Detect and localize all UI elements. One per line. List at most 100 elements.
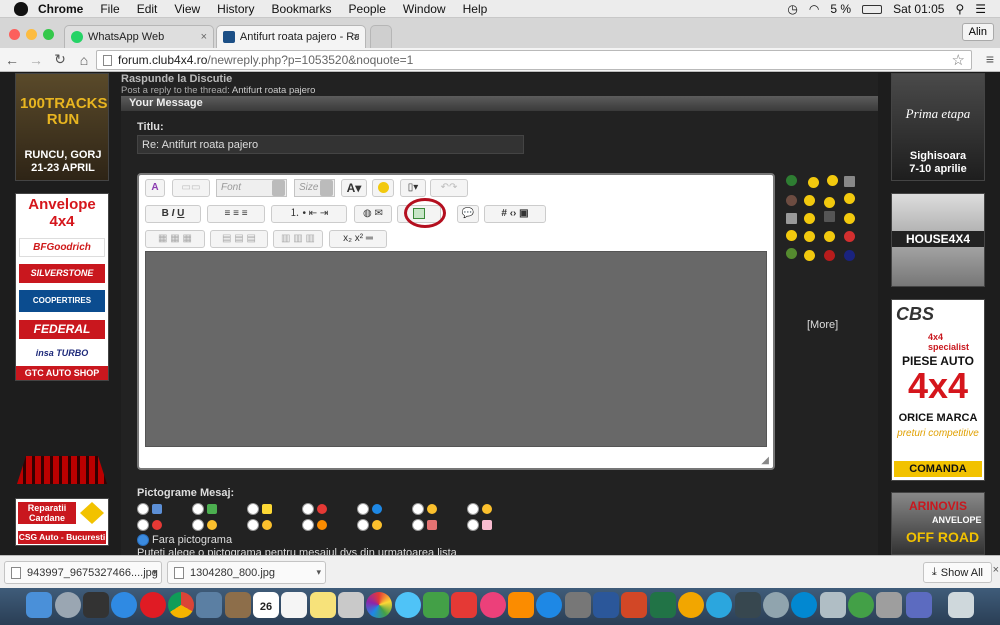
menu-app-name[interactable]: Chrome [38, 2, 83, 16]
menu-people[interactable]: People [349, 2, 386, 16]
menu-window[interactable]: Window [403, 2, 446, 16]
ad-red-logo[interactable] [15, 452, 109, 488]
message-textarea[interactable] [145, 251, 767, 447]
more-smilies-link[interactable]: [More] [807, 319, 838, 331]
skype-icon[interactable] [706, 592, 732, 618]
ad-cbs-4x4[interactable]: CBS 4x4 specialist PIESE AUTO 4x4 ORICE … [891, 299, 985, 481]
list-indent-icon[interactable]: ⒈ • ⇤ ⇥ [271, 205, 347, 223]
smilie-icon[interactable] [786, 248, 797, 259]
smilie-icon[interactable] [804, 213, 815, 224]
smilie-icon[interactable] [808, 177, 819, 188]
itunes-icon[interactable] [480, 592, 506, 618]
trash-icon[interactable] [948, 592, 974, 618]
pictogram-radio[interactable] [357, 503, 369, 515]
utility-icon[interactable] [820, 592, 846, 618]
outlook-icon[interactable] [678, 592, 704, 618]
reload-icon[interactable]: ↻ [48, 51, 72, 68]
smilie-icon[interactable] [844, 193, 855, 204]
wifi-icon[interactable]: ◠ [809, 2, 819, 16]
opera-icon[interactable] [140, 592, 166, 618]
ibooks-icon[interactable] [508, 592, 534, 618]
smilie-icon[interactable] [804, 231, 815, 242]
menu-icon[interactable]: ≡ [986, 51, 994, 67]
paste-icon[interactable]: ▭▭ [172, 179, 210, 197]
photo-booth-icon[interactable] [451, 592, 477, 618]
subscript-superscript-icon[interactable]: x₂ x² ═ [329, 230, 387, 248]
folder-icon[interactable] [906, 592, 932, 618]
pictogram-radio[interactable] [192, 503, 204, 515]
table-insert-icon[interactable]: ▦ ▦ ▦ [145, 230, 205, 248]
search-icon[interactable]: ⚲ [955, 2, 964, 16]
smilie-icon[interactable] [844, 231, 855, 242]
table-row-icon[interactable]: ▤ ▤ ▤ [210, 230, 268, 248]
smilie-icon[interactable] [824, 231, 835, 242]
mission-control-icon[interactable] [83, 592, 109, 618]
contacts-icon[interactable] [225, 592, 251, 618]
forward-icon[interactable]: → [24, 52, 48, 68]
text-color-icon[interactable]: A▾ [341, 179, 367, 197]
ad-arinovis[interactable]: ARINOVIS ANVELOPE OFF ROAD [891, 492, 985, 555]
pictogram-radio[interactable] [467, 503, 479, 515]
chevron-down-icon[interactable] [272, 180, 285, 196]
pictogram-radio[interactable] [412, 503, 424, 515]
download-item[interactable]: 1304280_800.jpg ▾ [167, 561, 326, 584]
smilie-icon[interactable] [844, 176, 855, 187]
smilie-icon[interactable] [827, 175, 838, 186]
remove-format-icon[interactable]: A [145, 179, 165, 197]
menu-view[interactable]: View [174, 2, 200, 16]
close-tab-icon[interactable]: × [201, 31, 207, 43]
utorrent-icon[interactable] [848, 592, 874, 618]
smilie-icon[interactable] [804, 250, 815, 261]
code-tags-icon[interactable]: # ‹› ▣ [484, 205, 546, 223]
network-icon[interactable] [791, 592, 817, 618]
pictogram-radio[interactable] [302, 519, 314, 531]
smilie-icon[interactable] [824, 197, 835, 208]
download-item[interactable]: 943997_9675327466....jpg ▾ [4, 561, 162, 584]
menu-bookmarks[interactable]: Bookmarks [272, 2, 332, 16]
safari-icon[interactable] [111, 592, 137, 618]
file-browser-icon[interactable] [876, 592, 902, 618]
scanner-icon[interactable] [735, 592, 761, 618]
ad-100tracks[interactable]: 100TRACKS RUN RUNCU, GORJ 21-23 APRIL [15, 73, 109, 181]
maps-icon[interactable] [338, 592, 364, 618]
notification-center-icon[interactable]: ☰ [975, 2, 986, 16]
system-preferences-icon[interactable] [565, 592, 591, 618]
smilie-icon[interactable] [786, 175, 797, 186]
smilie-icon[interactable] [824, 211, 835, 222]
menubar-clock[interactable]: Sat 01:05 [893, 2, 944, 16]
breadcrumb-thread-link[interactable]: Antifurt roata pajero [232, 85, 315, 96]
chevron-down-icon[interactable]: ▾ [316, 567, 321, 578]
excel-icon[interactable] [650, 592, 676, 618]
address-bar[interactable]: forum.club4x4.ro /newreply.php?p=1053520… [96, 50, 972, 70]
powerpoint-icon[interactable] [621, 592, 647, 618]
finder-icon[interactable] [26, 592, 52, 618]
launchpad-icon[interactable] [55, 592, 81, 618]
chevron-down-icon[interactable] [320, 180, 333, 196]
pictogram-radio[interactable] [412, 519, 424, 531]
smilie-icon[interactable] [786, 195, 797, 206]
pictogram-radio[interactable] [247, 519, 259, 531]
ad-anvelope[interactable]: Anvelope 4x4 BFGoodrich SILVERSTONE COOP… [15, 193, 109, 381]
tab-whatsapp[interactable]: WhatsApp Web × [64, 25, 214, 48]
notes-icon[interactable] [310, 592, 336, 618]
smilie-icon[interactable] [844, 250, 855, 261]
pictogram-radio[interactable] [467, 519, 479, 531]
pictogram-radio[interactable] [137, 503, 149, 515]
menu-file[interactable]: File [100, 2, 119, 16]
pictogram-radio[interactable] [357, 519, 369, 531]
app-store-icon[interactable] [536, 592, 562, 618]
chevron-down-icon[interactable]: ▾ [152, 567, 157, 578]
bookmark-star-icon[interactable]: ☆ [952, 51, 965, 69]
attachment-icon[interactable]: ▯▾ [400, 179, 426, 197]
show-all-button[interactable]: ⤓ Show All [922, 562, 992, 583]
pictogram-radio[interactable] [192, 519, 204, 531]
smilie-icon[interactable] [786, 213, 797, 224]
maximize-window-icon[interactable] [43, 29, 54, 40]
back-icon[interactable]: ← [0, 52, 24, 68]
smilie-icon[interactable] [844, 213, 855, 224]
apple-icon[interactable] [14, 1, 28, 16]
pictogram-radio[interactable] [247, 503, 259, 515]
smiley-icon[interactable] [372, 179, 394, 197]
smilie-icon[interactable] [824, 250, 835, 261]
table-column-icon[interactable]: ▥ ▥ ▥ [273, 230, 323, 248]
